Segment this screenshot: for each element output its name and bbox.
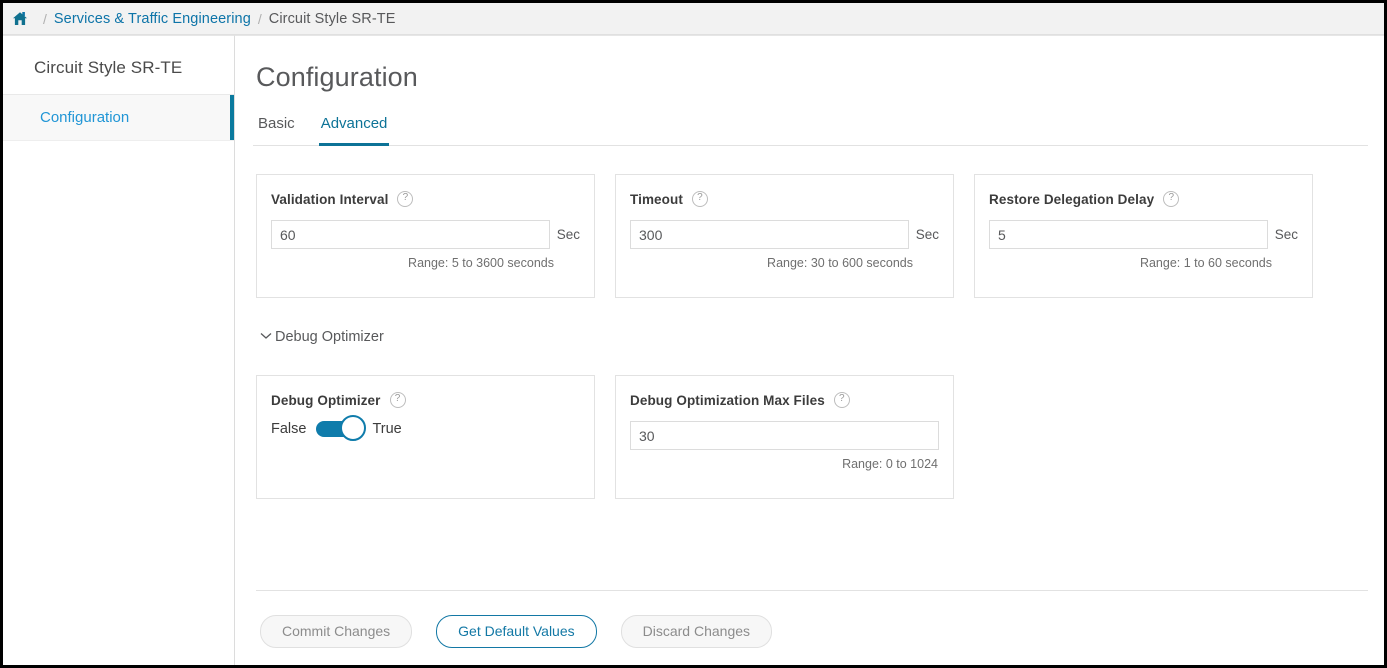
get-default-values-button[interactable]: Get Default Values (436, 614, 597, 648)
unit-label: Sec (556, 227, 580, 242)
toggle-row: False True (271, 415, 580, 441)
help-circle-icon[interactable]: ? (833, 392, 850, 408)
sidebar-item-configuration[interactable]: Configuration (3, 95, 234, 141)
field-row: Sec (271, 220, 580, 249)
footer-button-group: Commit Changes Get Default Values Discar… (256, 591, 1368, 665)
card-label: Debug Optimizer (271, 392, 381, 408)
card-debug-optimization-max-files: Debug Optimization Max Files ? Range: 0 … (615, 375, 954, 499)
toggle-on-label: True (372, 421, 402, 437)
commit-changes-button[interactable]: Commit Changes (260, 614, 413, 648)
help-circle-icon[interactable]: ? (691, 191, 708, 207)
breadcrumb-separator-2: / (257, 10, 262, 27)
main-content: Configuration Basic Advanced Validation … (235, 35, 1384, 665)
debug-optimization-max-files-input[interactable] (630, 421, 939, 450)
section-header-debug-optimizer[interactable]: Debug Optimizer (253, 327, 384, 347)
breadcrumb-separator-1: / (43, 10, 47, 27)
toggle-off-label: False (271, 421, 307, 437)
field-row: Sec (989, 220, 1298, 249)
restore-delegation-delay-input[interactable] (989, 220, 1268, 249)
card-header: Debug Optimizer ? (271, 392, 580, 408)
discard-changes-button[interactable]: Discard Changes (620, 614, 773, 648)
section-header-label: Debug Optimizer (275, 329, 384, 345)
help-circle-icon[interactable]: ? (397, 191, 414, 207)
tab-advanced[interactable]: Advanced (318, 111, 390, 146)
range-hint: Range: 5 to 3600 seconds (408, 256, 554, 270)
breadcrumb-current-circuit-style-sr-te: Circuit Style SR-TE (268, 10, 396, 27)
home-icon[interactable] (12, 11, 28, 26)
unit-label: Sec (915, 227, 939, 242)
field-row: Sec (630, 220, 939, 249)
range-hint: Range: 1 to 60 seconds (1139, 256, 1272, 270)
page-title: Configuration (256, 62, 418, 92)
card-timeout: Timeout ? Sec Range: 30 to 600 seconds (615, 174, 954, 298)
card-header: Restore Delegation Delay ? (989, 191, 1298, 207)
help-circle-icon[interactable]: ? (389, 392, 406, 408)
app-window: / Services & Traffic Engineering / Circu… (0, 0, 1387, 668)
unit-label: Sec (1274, 227, 1298, 242)
chevron-down-icon (258, 327, 274, 347)
card-label: Restore Delegation Delay (989, 191, 1155, 207)
card-header: Debug Optimization Max Files ? (630, 392, 939, 408)
footer: Commit Changes Get Default Values Discar… (235, 589, 1384, 665)
card-debug-optimizer: Debug Optimizer ? False True (256, 375, 595, 499)
settings-card-row-debug: Debug Optimizer ? False True Debug Optim… (253, 375, 1368, 499)
field-row (630, 421, 939, 450)
tab-bar: Basic Advanced (253, 111, 1368, 146)
toggle-knob (340, 415, 367, 441)
range-hint: Range: 0 to 1024 (842, 457, 938, 471)
sidebar-item-label: Configuration (40, 109, 130, 126)
card-restore-delegation-delay: Restore Delegation Delay ? Sec Range: 1 … (974, 174, 1313, 298)
breadcrumb: / Services & Traffic Engineering / Circu… (3, 3, 1384, 35)
card-header: Timeout ? (630, 191, 939, 207)
settings-card-row-primary: Validation Interval ? Sec Range: 5 to 36… (253, 174, 1368, 298)
breadcrumb-link-services-traffic-engineering[interactable]: Services & Traffic Engineering (54, 11, 251, 27)
debug-optimizer-toggle[interactable] (316, 415, 367, 441)
card-label: Validation Interval (271, 191, 389, 207)
sidebar-title: Circuit Style SR-TE (3, 36, 234, 95)
timeout-input[interactable] (630, 220, 909, 249)
range-hint: Range: 30 to 600 seconds (767, 256, 913, 270)
card-validation-interval: Validation Interval ? Sec Range: 5 to 36… (256, 174, 595, 298)
tab-basic[interactable]: Basic (256, 111, 297, 146)
page-body: Circuit Style SR-TE Configuration Config… (3, 35, 1384, 665)
card-label: Debug Optimization Max Files (630, 392, 825, 408)
card-header: Validation Interval ? (271, 191, 580, 207)
help-circle-icon[interactable]: ? (1163, 191, 1180, 207)
card-label: Timeout (630, 191, 683, 207)
sidebar-active-accent-bar (230, 95, 234, 140)
sidebar: Circuit Style SR-TE Configuration (3, 35, 235, 665)
validation-interval-input[interactable] (271, 220, 550, 249)
